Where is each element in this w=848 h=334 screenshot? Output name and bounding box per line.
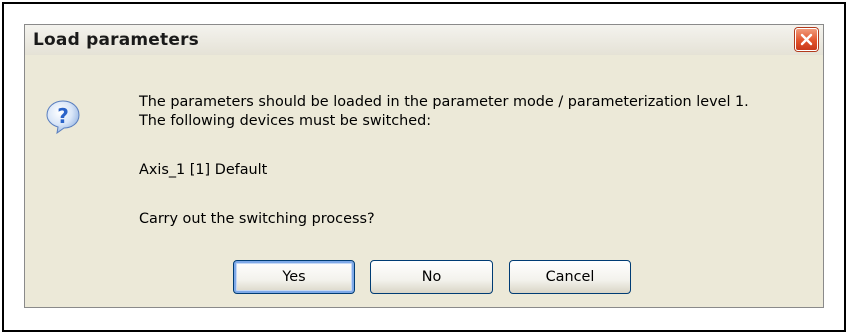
message-line-2: The following devices must be switched:: [139, 113, 432, 129]
close-icon: [800, 33, 813, 46]
message-line-1: The parameters should be loaded in the p…: [139, 94, 749, 110]
svg-text:?: ?: [57, 104, 69, 128]
screen: Load parameters ? The parameters should …: [0, 0, 848, 334]
dialog-title: Load parameters: [33, 30, 199, 50]
cancel-button[interactable]: Cancel: [509, 260, 631, 294]
no-button[interactable]: No: [370, 260, 493, 294]
yes-button[interactable]: Yes: [233, 260, 355, 294]
dialog-titlebar[interactable]: Load parameters: [25, 25, 823, 55]
device-name: Axis_1 [1] Default: [139, 162, 268, 178]
question-icon: ?: [45, 99, 81, 135]
switching-prompt: Carry out the switching process?: [139, 211, 375, 227]
close-button[interactable]: [795, 28, 818, 51]
load-parameters-dialog: Load parameters ? The parameters should …: [24, 24, 824, 308]
